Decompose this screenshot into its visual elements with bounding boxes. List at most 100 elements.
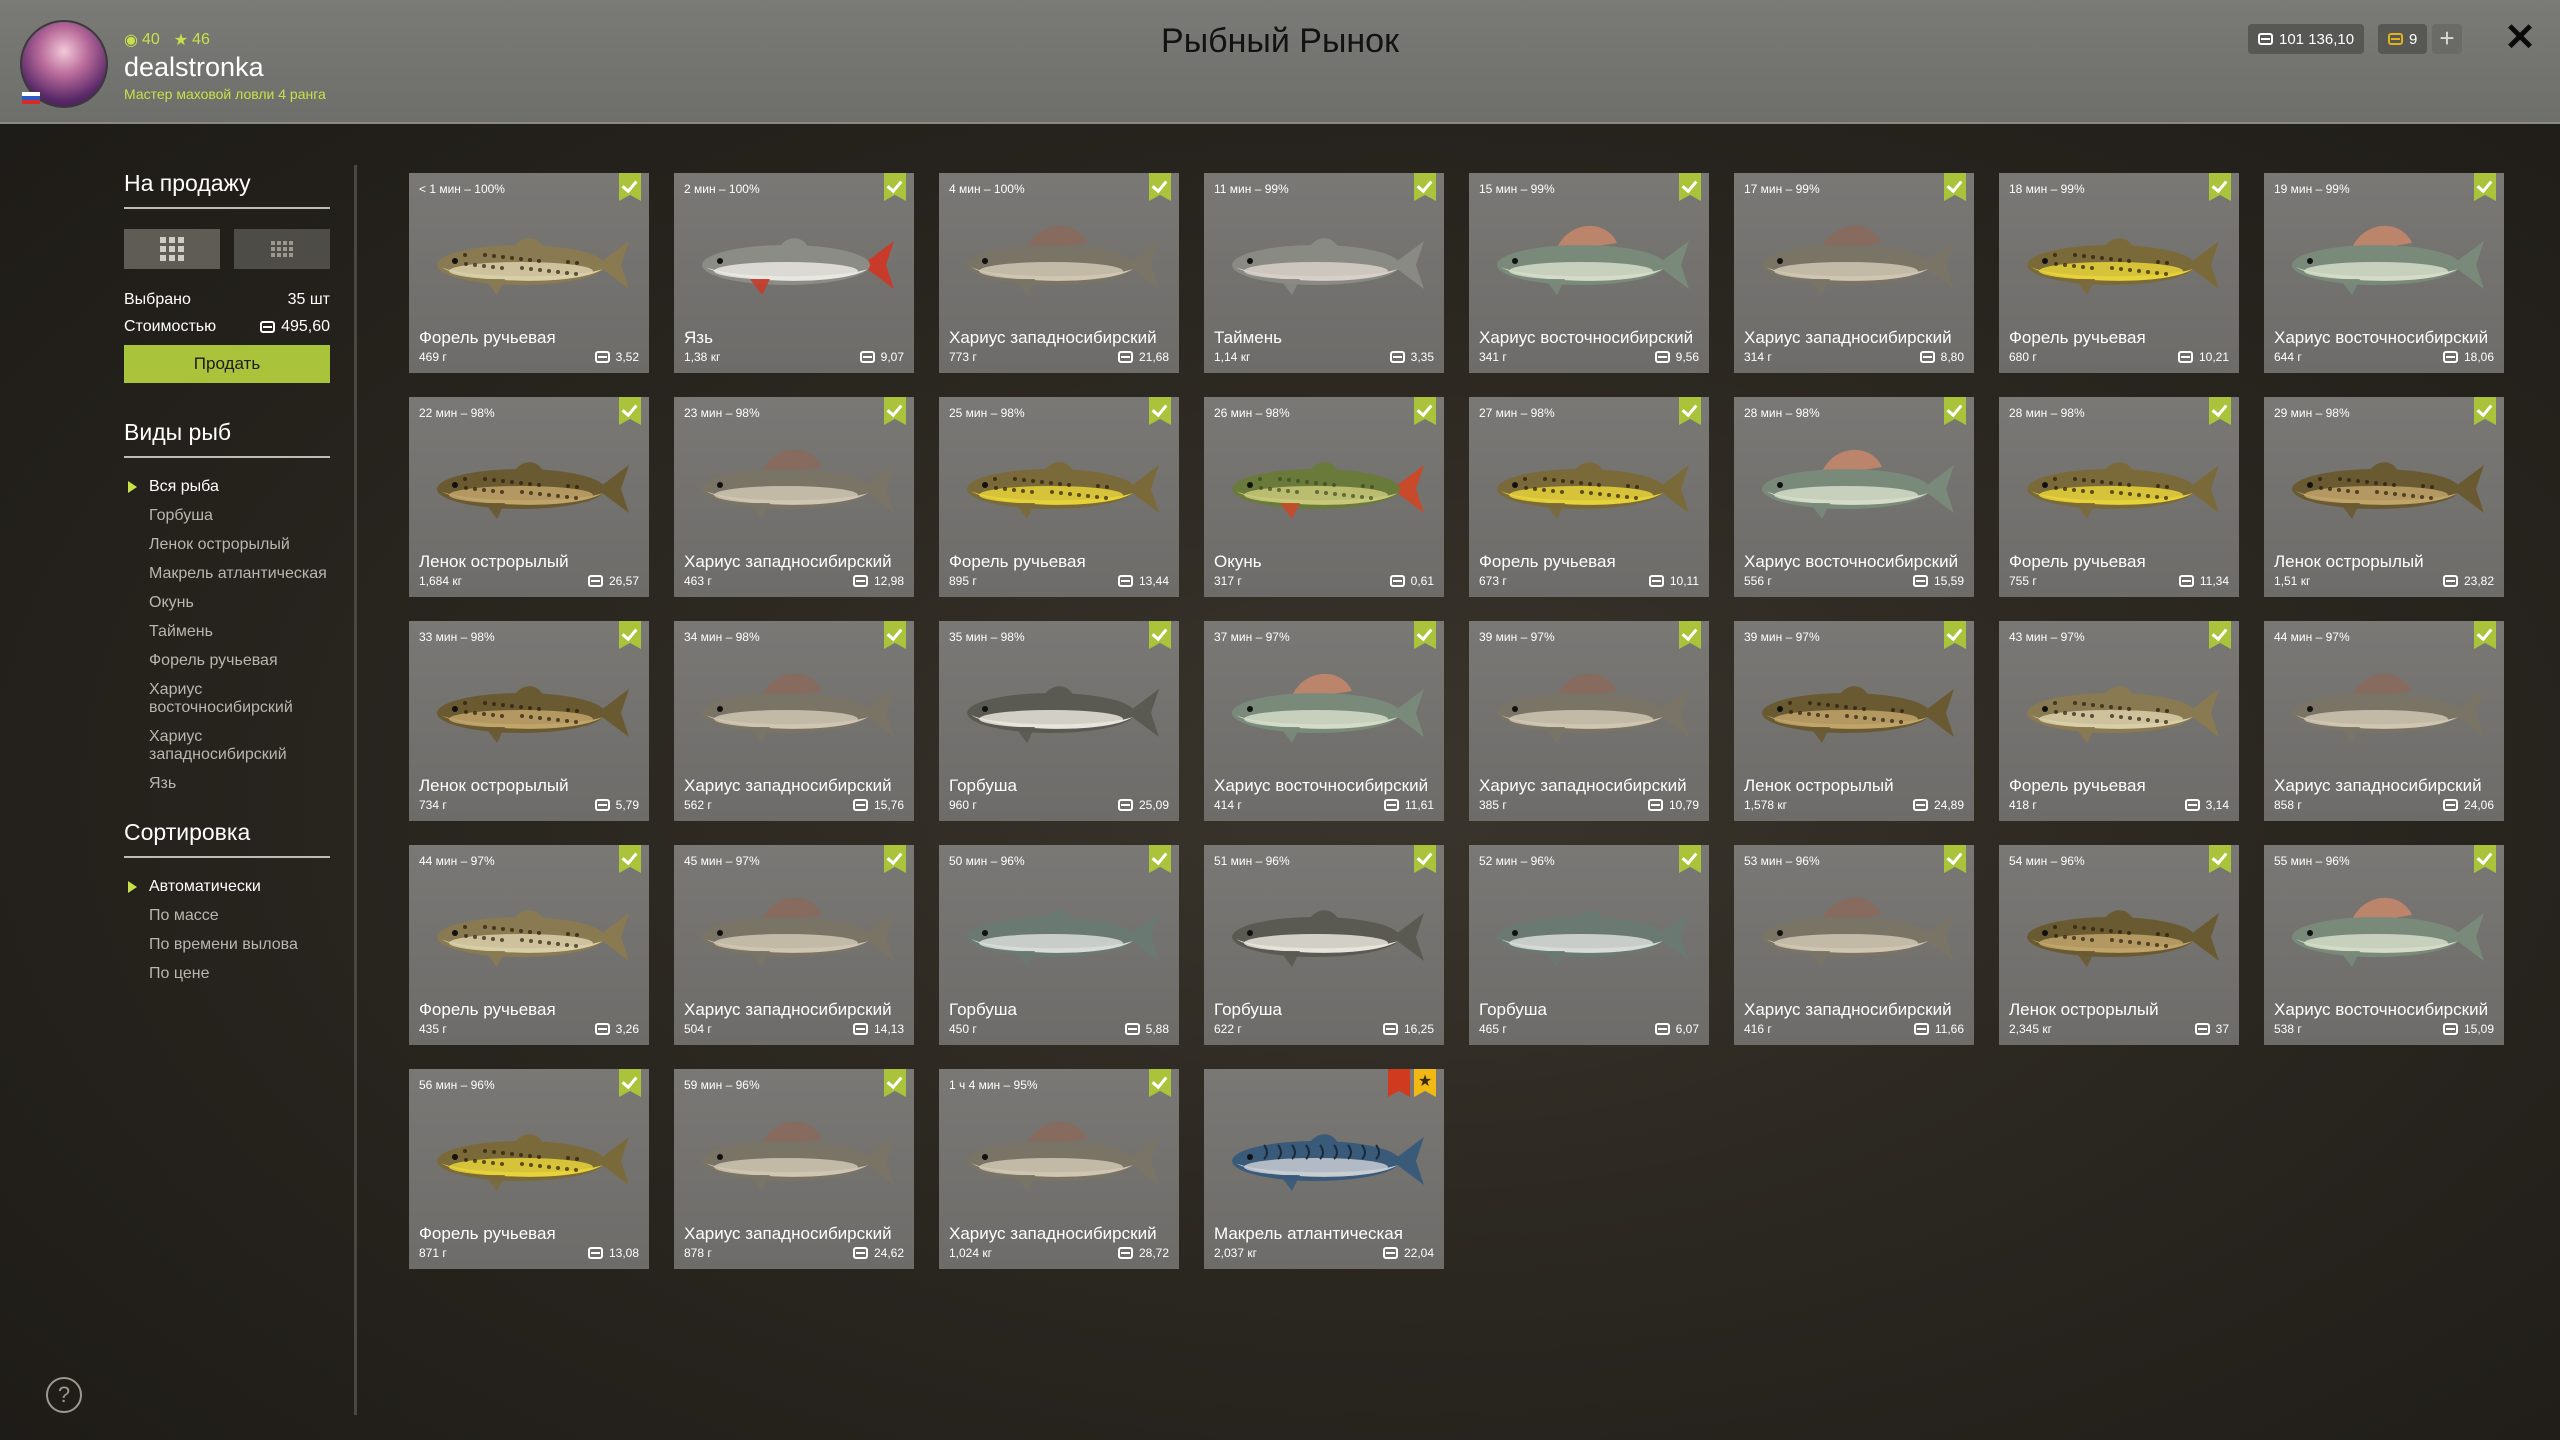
fish-card[interactable]: 34 мин – 98% Хариус западносибирский 562… bbox=[674, 621, 914, 821]
fish-weight: 858 г bbox=[2274, 798, 2302, 812]
fish-card[interactable]: 11 мин – 99% Таймень 1,14 кг 3,35 bbox=[1204, 173, 1444, 373]
fish-card[interactable]: 45 мин – 97% Хариус западносибирский 504… bbox=[674, 845, 914, 1045]
fish-card[interactable]: 29 мин – 98% Ленок острорылый 1,51 кг 23… bbox=[2264, 397, 2504, 597]
selected-check-icon[interactable] bbox=[2209, 621, 2231, 649]
selected-check-icon[interactable] bbox=[1944, 845, 1966, 873]
selected-check-icon[interactable] bbox=[1149, 621, 1171, 649]
selected-check-icon[interactable] bbox=[2209, 173, 2231, 201]
species-filter-item[interactable]: Вся рыба bbox=[124, 478, 330, 496]
fish-price: 15,59 bbox=[1912, 574, 1964, 588]
selected-check-icon[interactable] bbox=[619, 173, 641, 201]
fish-card[interactable]: 44 мин – 97% Форель ручьевая 435 г 3,26 bbox=[409, 845, 649, 1045]
species-filter-item[interactable]: Хариус восточносибирский bbox=[124, 681, 330, 717]
fish-card[interactable]: 33 мин – 98% Ленок острорылый 734 г 5,79 bbox=[409, 621, 649, 821]
small-grid-view-button[interactable] bbox=[234, 229, 330, 269]
fish-card[interactable]: 28 мин – 98% Хариус восточносибирский 55… bbox=[1734, 397, 1974, 597]
selected-check-icon[interactable] bbox=[884, 397, 906, 425]
selected-check-icon[interactable] bbox=[1679, 397, 1701, 425]
fish-card[interactable]: 4 мин – 100% Хариус западносибирский 773… bbox=[939, 173, 1179, 373]
fish-card[interactable]: 19 мин – 99% Хариус восточносибирский 64… bbox=[2264, 173, 2504, 373]
selected-check-icon[interactable] bbox=[1149, 845, 1171, 873]
species-filter-item[interactable]: Форель ручьевая bbox=[124, 652, 330, 670]
fish-weight: 773 г bbox=[949, 350, 977, 364]
fish-card[interactable]: 18 мин – 99% Форель ручьевая 680 г 10,21 bbox=[1999, 173, 2239, 373]
fish-card[interactable]: 43 мин – 97% Форель ручьевая 418 г 3,14 bbox=[1999, 621, 2239, 821]
fish-card[interactable]: 17 мин – 99% Хариус западносибирский 314… bbox=[1734, 173, 1974, 373]
selected-check-icon[interactable] bbox=[2474, 845, 2496, 873]
species-filter-item[interactable]: Окунь bbox=[124, 594, 330, 612]
selected-check-icon[interactable] bbox=[2474, 621, 2496, 649]
fish-weight: 385 г bbox=[1479, 798, 1507, 812]
selected-check-icon[interactable] bbox=[1944, 397, 1966, 425]
selected-check-icon[interactable] bbox=[1414, 845, 1436, 873]
fish-card[interactable]: 35 мин – 98% Горбуша 960 г 25,09 bbox=[939, 621, 1179, 821]
fish-card[interactable]: 39 мин – 97% Ленок острорылый 1,578 кг 2… bbox=[1734, 621, 1974, 821]
selected-check-icon[interactable] bbox=[619, 1069, 641, 1097]
selected-check-icon[interactable] bbox=[2474, 173, 2496, 201]
fish-card[interactable]: ★ Макрель атлантическая 2,037 кг 22,04 bbox=[1204, 1069, 1444, 1269]
species-filter-item[interactable]: Язь bbox=[124, 775, 330, 793]
fish-card[interactable]: 55 мин – 96% Хариус восточносибирский 53… bbox=[2264, 845, 2504, 1045]
selected-check-icon[interactable] bbox=[1944, 621, 1966, 649]
selected-check-icon[interactable] bbox=[1414, 173, 1436, 201]
fish-card[interactable]: 37 мин – 97% Хариус восточносибирский 41… bbox=[1204, 621, 1444, 821]
add-currency-button[interactable]: + bbox=[2432, 24, 2462, 54]
selected-check-icon[interactable] bbox=[1679, 845, 1701, 873]
species-filter-item[interactable]: Хариус западносибирский bbox=[124, 728, 330, 764]
fish-card[interactable]: 59 мин – 96% Хариус западносибирский 878… bbox=[674, 1069, 914, 1269]
help-button[interactable]: ? bbox=[46, 1377, 82, 1413]
selected-check-icon[interactable] bbox=[1679, 173, 1701, 201]
fish-card[interactable]: 23 мин – 98% Хариус западносибирский 463… bbox=[674, 397, 914, 597]
selected-check-icon[interactable] bbox=[1149, 173, 1171, 201]
trophy-star-icon[interactable]: ★ bbox=[1414, 1069, 1436, 1097]
silver-coin-icon bbox=[2178, 575, 2194, 587]
selected-check-icon[interactable] bbox=[2209, 397, 2231, 425]
fish-card[interactable]: 15 мин – 99% Хариус восточносибирский 34… bbox=[1469, 173, 1709, 373]
selected-check-icon[interactable] bbox=[884, 621, 906, 649]
fish-card[interactable]: 54 мин – 96% Ленок острорылый 2,345 кг 3… bbox=[1999, 845, 2239, 1045]
fish-card[interactable]: 44 мин – 97% Хариус западносибирский 858… bbox=[2264, 621, 2504, 821]
selected-check-icon[interactable] bbox=[1944, 173, 1966, 201]
fish-card[interactable]: 52 мин – 96% Горбуша 465 г 6,07 bbox=[1469, 845, 1709, 1045]
selected-check-icon[interactable] bbox=[884, 1069, 906, 1097]
sort-option-item[interactable]: По массе bbox=[124, 907, 330, 925]
selected-check-icon[interactable] bbox=[1149, 1069, 1171, 1097]
species-filter-item[interactable]: Горбуша bbox=[124, 507, 330, 525]
fish-card[interactable]: 22 мин – 98% Ленок острорылый 1,684 кг 2… bbox=[409, 397, 649, 597]
selected-check-icon[interactable] bbox=[2209, 845, 2231, 873]
selected-check-icon[interactable] bbox=[619, 397, 641, 425]
selected-check-icon[interactable] bbox=[884, 845, 906, 873]
fish-card[interactable]: 28 мин – 98% Форель ручьевая 755 г 11,34 bbox=[1999, 397, 2239, 597]
large-grid-view-button[interactable] bbox=[124, 229, 220, 269]
selected-check-icon[interactable] bbox=[1414, 621, 1436, 649]
fish-card[interactable]: 2 мин – 100% Язь 1,38 кг 9,07 bbox=[674, 173, 914, 373]
selected-check-icon[interactable] bbox=[1149, 397, 1171, 425]
close-button[interactable]: ✕ bbox=[2500, 18, 2540, 58]
species-filter-item[interactable]: Таймень bbox=[124, 623, 330, 641]
sort-option-item[interactable]: По времени вылова bbox=[124, 936, 330, 954]
fish-price: 10,79 bbox=[1647, 798, 1699, 812]
sort-option-item[interactable]: По цене bbox=[124, 965, 330, 983]
fish-card[interactable]: 26 мин – 98% Окунь 317 г 0,61 bbox=[1204, 397, 1444, 597]
selected-check-icon[interactable] bbox=[619, 621, 641, 649]
fish-weight: 960 г bbox=[949, 798, 977, 812]
species-filter-item[interactable]: Макрель атлантическая bbox=[124, 565, 330, 583]
selected-check-icon[interactable] bbox=[619, 845, 641, 873]
bookmark-red-icon[interactable] bbox=[1388, 1069, 1410, 1097]
selected-check-icon[interactable] bbox=[2474, 397, 2496, 425]
fish-card[interactable]: 53 мин – 96% Хариус западносибирский 416… bbox=[1734, 845, 1974, 1045]
fish-card[interactable]: 51 мин – 96% Горбуша 622 г 16,25 bbox=[1204, 845, 1444, 1045]
species-filter-item[interactable]: Ленок острорылый bbox=[124, 536, 330, 554]
fish-card[interactable]: 39 мин – 97% Хариус западносибирский 385… bbox=[1469, 621, 1709, 821]
selected-check-icon[interactable] bbox=[1414, 397, 1436, 425]
fish-card[interactable]: 1 ч 4 мин – 95% Хариус западносибирский … bbox=[939, 1069, 1179, 1269]
fish-card[interactable]: 50 мин – 96% Горбуша 450 г 5,88 bbox=[939, 845, 1179, 1045]
fish-card[interactable]: < 1 мин – 100% Форель ручьевая 469 г 3,5… bbox=[409, 173, 649, 373]
fish-card[interactable]: 25 мин – 98% Форель ручьевая 895 г 13,44 bbox=[939, 397, 1179, 597]
selected-check-icon[interactable] bbox=[1679, 621, 1701, 649]
sort-option-item[interactable]: Автоматически bbox=[124, 878, 330, 896]
fish-card[interactable]: 56 мин – 96% Форель ручьевая 871 г 13,08 bbox=[409, 1069, 649, 1269]
fish-card[interactable]: 27 мин – 98% Форель ручьевая 673 г 10,11 bbox=[1469, 397, 1709, 597]
sell-button[interactable]: Продать bbox=[124, 345, 330, 383]
selected-check-icon[interactable] bbox=[884, 173, 906, 201]
